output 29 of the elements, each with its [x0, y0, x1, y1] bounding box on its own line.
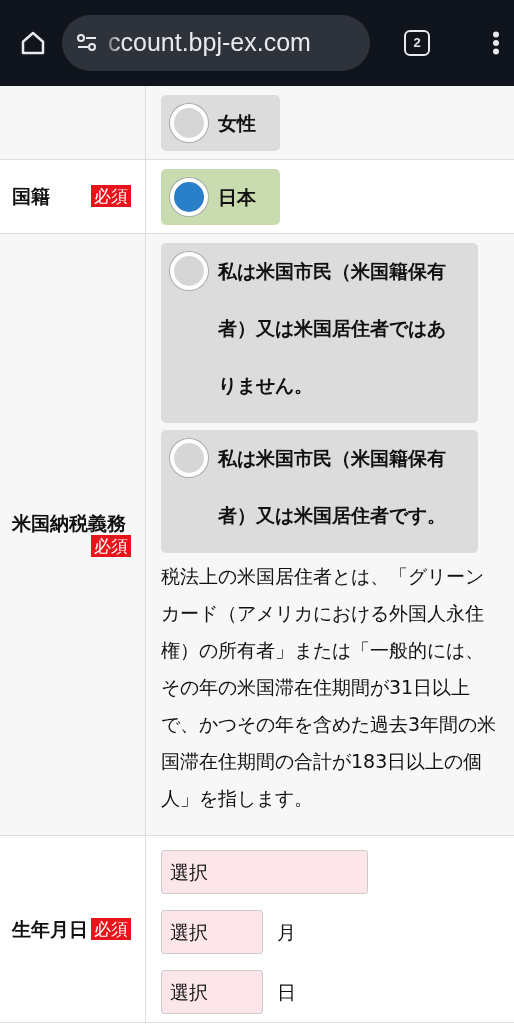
radio-option[interactable]: 女性: [161, 95, 280, 151]
radio-icon: [170, 178, 208, 216]
field-label: 国籍: [12, 185, 50, 208]
option-label: 私は米国市民（米国籍保有者）又は米国居住者です。: [218, 446, 447, 528]
select-field[interactable]: 選択: [161, 850, 368, 894]
required-badge: 必須: [91, 918, 131, 940]
menu-icon[interactable]: [492, 31, 500, 56]
field-label: 生年月日: [12, 917, 88, 941]
radio-icon: [170, 252, 208, 290]
unit-label: 月: [277, 919, 296, 945]
option-label: 私は米国市民（米国籍保有者）又は米国居住者ではありません。: [218, 259, 447, 398]
radio-icon: [170, 439, 208, 477]
radio-option[interactable]: 私は米国市民（米国籍保有者）又は米国居住者です。: [161, 430, 478, 553]
select-field[interactable]: 選択: [161, 970, 263, 1014]
select-field[interactable]: 選択: [161, 910, 263, 954]
unit-label: 日: [277, 979, 296, 1005]
site-settings-icon[interactable]: [76, 33, 98, 53]
required-badge: 必須: [91, 185, 131, 208]
option-label: 日本: [218, 185, 257, 210]
required-badge: 必須: [91, 534, 131, 557]
field-label: 米国納税義務: [12, 512, 126, 535]
radio-option[interactable]: 私は米国市民（米国籍保有者）又は米国居住者ではありません。: [161, 243, 478, 423]
radio-icon: [170, 104, 208, 142]
tab-count[interactable]: 2: [404, 30, 430, 56]
note-text: 税法上の米国居住者とは、「グリーンカード（アメリカにおける外国人永住権）の所有者」または「一般的には、その年の米国滞在住期間が31日以上で、かつその年を含めた過去3年間の米国滞在住期間の合計が183日以上の個人」を指します。: [161, 564, 497, 811]
radio-option[interactable]: 日本: [161, 169, 280, 225]
url-text: ccount.bpj-ex.com: [108, 27, 311, 59]
address-bar[interactable]: ccount.bpj-ex.com: [62, 15, 370, 71]
option-label: 女性: [218, 111, 257, 136]
